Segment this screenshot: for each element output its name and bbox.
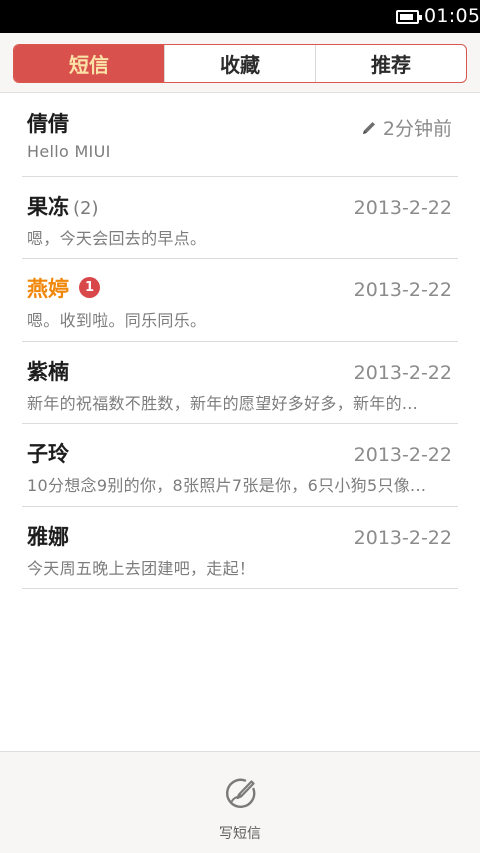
message-snippet: 今天周五晚上去团建吧，走起！ xyxy=(27,558,256,578)
conversation-item[interactable]: 紫楠 2013-2-22 新年的祝福数不胜数，新年的愿望好多好多，新年的... xyxy=(22,342,458,424)
message-time: 2013-2-22 xyxy=(354,197,452,219)
contact-name-text: 倩倩 xyxy=(27,112,69,136)
conversation-item[interactable]: 倩倩 2分钟前 Hello MIUI xyxy=(22,94,458,177)
contact-name: 子玲 xyxy=(27,438,69,468)
unread-badge: 1 xyxy=(79,277,100,298)
pencil-icon xyxy=(361,120,377,136)
message-time: 2013-2-22 xyxy=(354,279,452,301)
message-time: 2013-2-22 xyxy=(354,362,452,384)
message-time-text: 2013-2-22 xyxy=(353,196,452,219)
segmented-tabs: 短信 收藏 推荐 xyxy=(13,44,467,83)
conversation-item[interactable]: 燕婷 1 2013-2-22 嗯。收到啦。同乐同乐。 xyxy=(22,259,458,342)
compose-icon[interactable] xyxy=(223,776,257,810)
contact-name-text: 果冻 xyxy=(27,194,69,219)
contact-name: 果冻 (2) xyxy=(27,191,99,221)
message-time: 2分钟前 xyxy=(361,114,452,141)
conversation-item[interactable]: 子玲 2013-2-22 10分想念9别的你，8张照片7张是你，6只小狗5只像... xyxy=(22,424,458,507)
message-snippet: 10分想念9别的你，8张照片7张是你，6只小狗5只像... xyxy=(27,476,427,495)
conversation-list: 倩倩 2分钟前 Hello MIUI 果冻 (2) 2013-2-22 嗯，今天会回去的早点… xyxy=(0,94,480,589)
compose-label[interactable]: 写短信 xyxy=(0,823,480,843)
contact-name-text: 燕婷 xyxy=(27,277,69,301)
tab-1[interactable]: 收藏 xyxy=(164,45,315,82)
message-snippet: 嗯。收到啦。同乐同乐。 xyxy=(27,311,207,330)
message-snippet: 嗯，今天会回去的早点。 xyxy=(27,228,207,248)
message-snippet: 新年的祝福数不胜数，新年的愿望好多好多，新年的... xyxy=(27,393,419,413)
battery-icon xyxy=(396,10,422,24)
message-snippet: Hello MIUI xyxy=(27,142,111,161)
tab-2[interactable]: 推荐 xyxy=(315,45,466,82)
message-time-text: 2013-2-22 xyxy=(353,526,452,549)
contact-name: 燕婷 xyxy=(27,273,69,303)
message-time: 2013-2-22 xyxy=(354,527,452,549)
tab-0[interactable]: 短信 xyxy=(14,45,164,82)
message-time-text: 2分钟前 xyxy=(382,118,452,140)
conversation-item[interactable]: 雅娜 2013-2-22 今天周五晚上去团建吧，走起！ xyxy=(22,507,458,589)
contact-name: 紫楠 xyxy=(27,356,69,386)
message-time-text: 2013-2-22 xyxy=(353,361,452,384)
message-time-text: 2013-2-22 xyxy=(353,444,452,466)
status-time: 01:05 xyxy=(424,5,480,27)
contact-name-text: 紫楠 xyxy=(27,359,69,384)
message-time-text: 2013-2-22 xyxy=(353,279,452,301)
conversation-item[interactable]: 果冻 (2) 2013-2-22 嗯，今天会回去的早点。 xyxy=(22,177,458,259)
message-count: (2) xyxy=(73,197,99,219)
message-time: 2013-2-22 xyxy=(354,444,452,466)
contact-name-text: 子玲 xyxy=(27,442,69,466)
bottom-bar: 写短信 xyxy=(0,751,480,853)
contact-name-text: 雅娜 xyxy=(27,524,69,549)
tab-bar: 短信 收藏 推荐 xyxy=(0,33,480,93)
contact-name: 倩倩 xyxy=(27,108,69,138)
contact-name: 雅娜 xyxy=(27,521,69,551)
status-bar: 01:05 xyxy=(0,0,480,33)
